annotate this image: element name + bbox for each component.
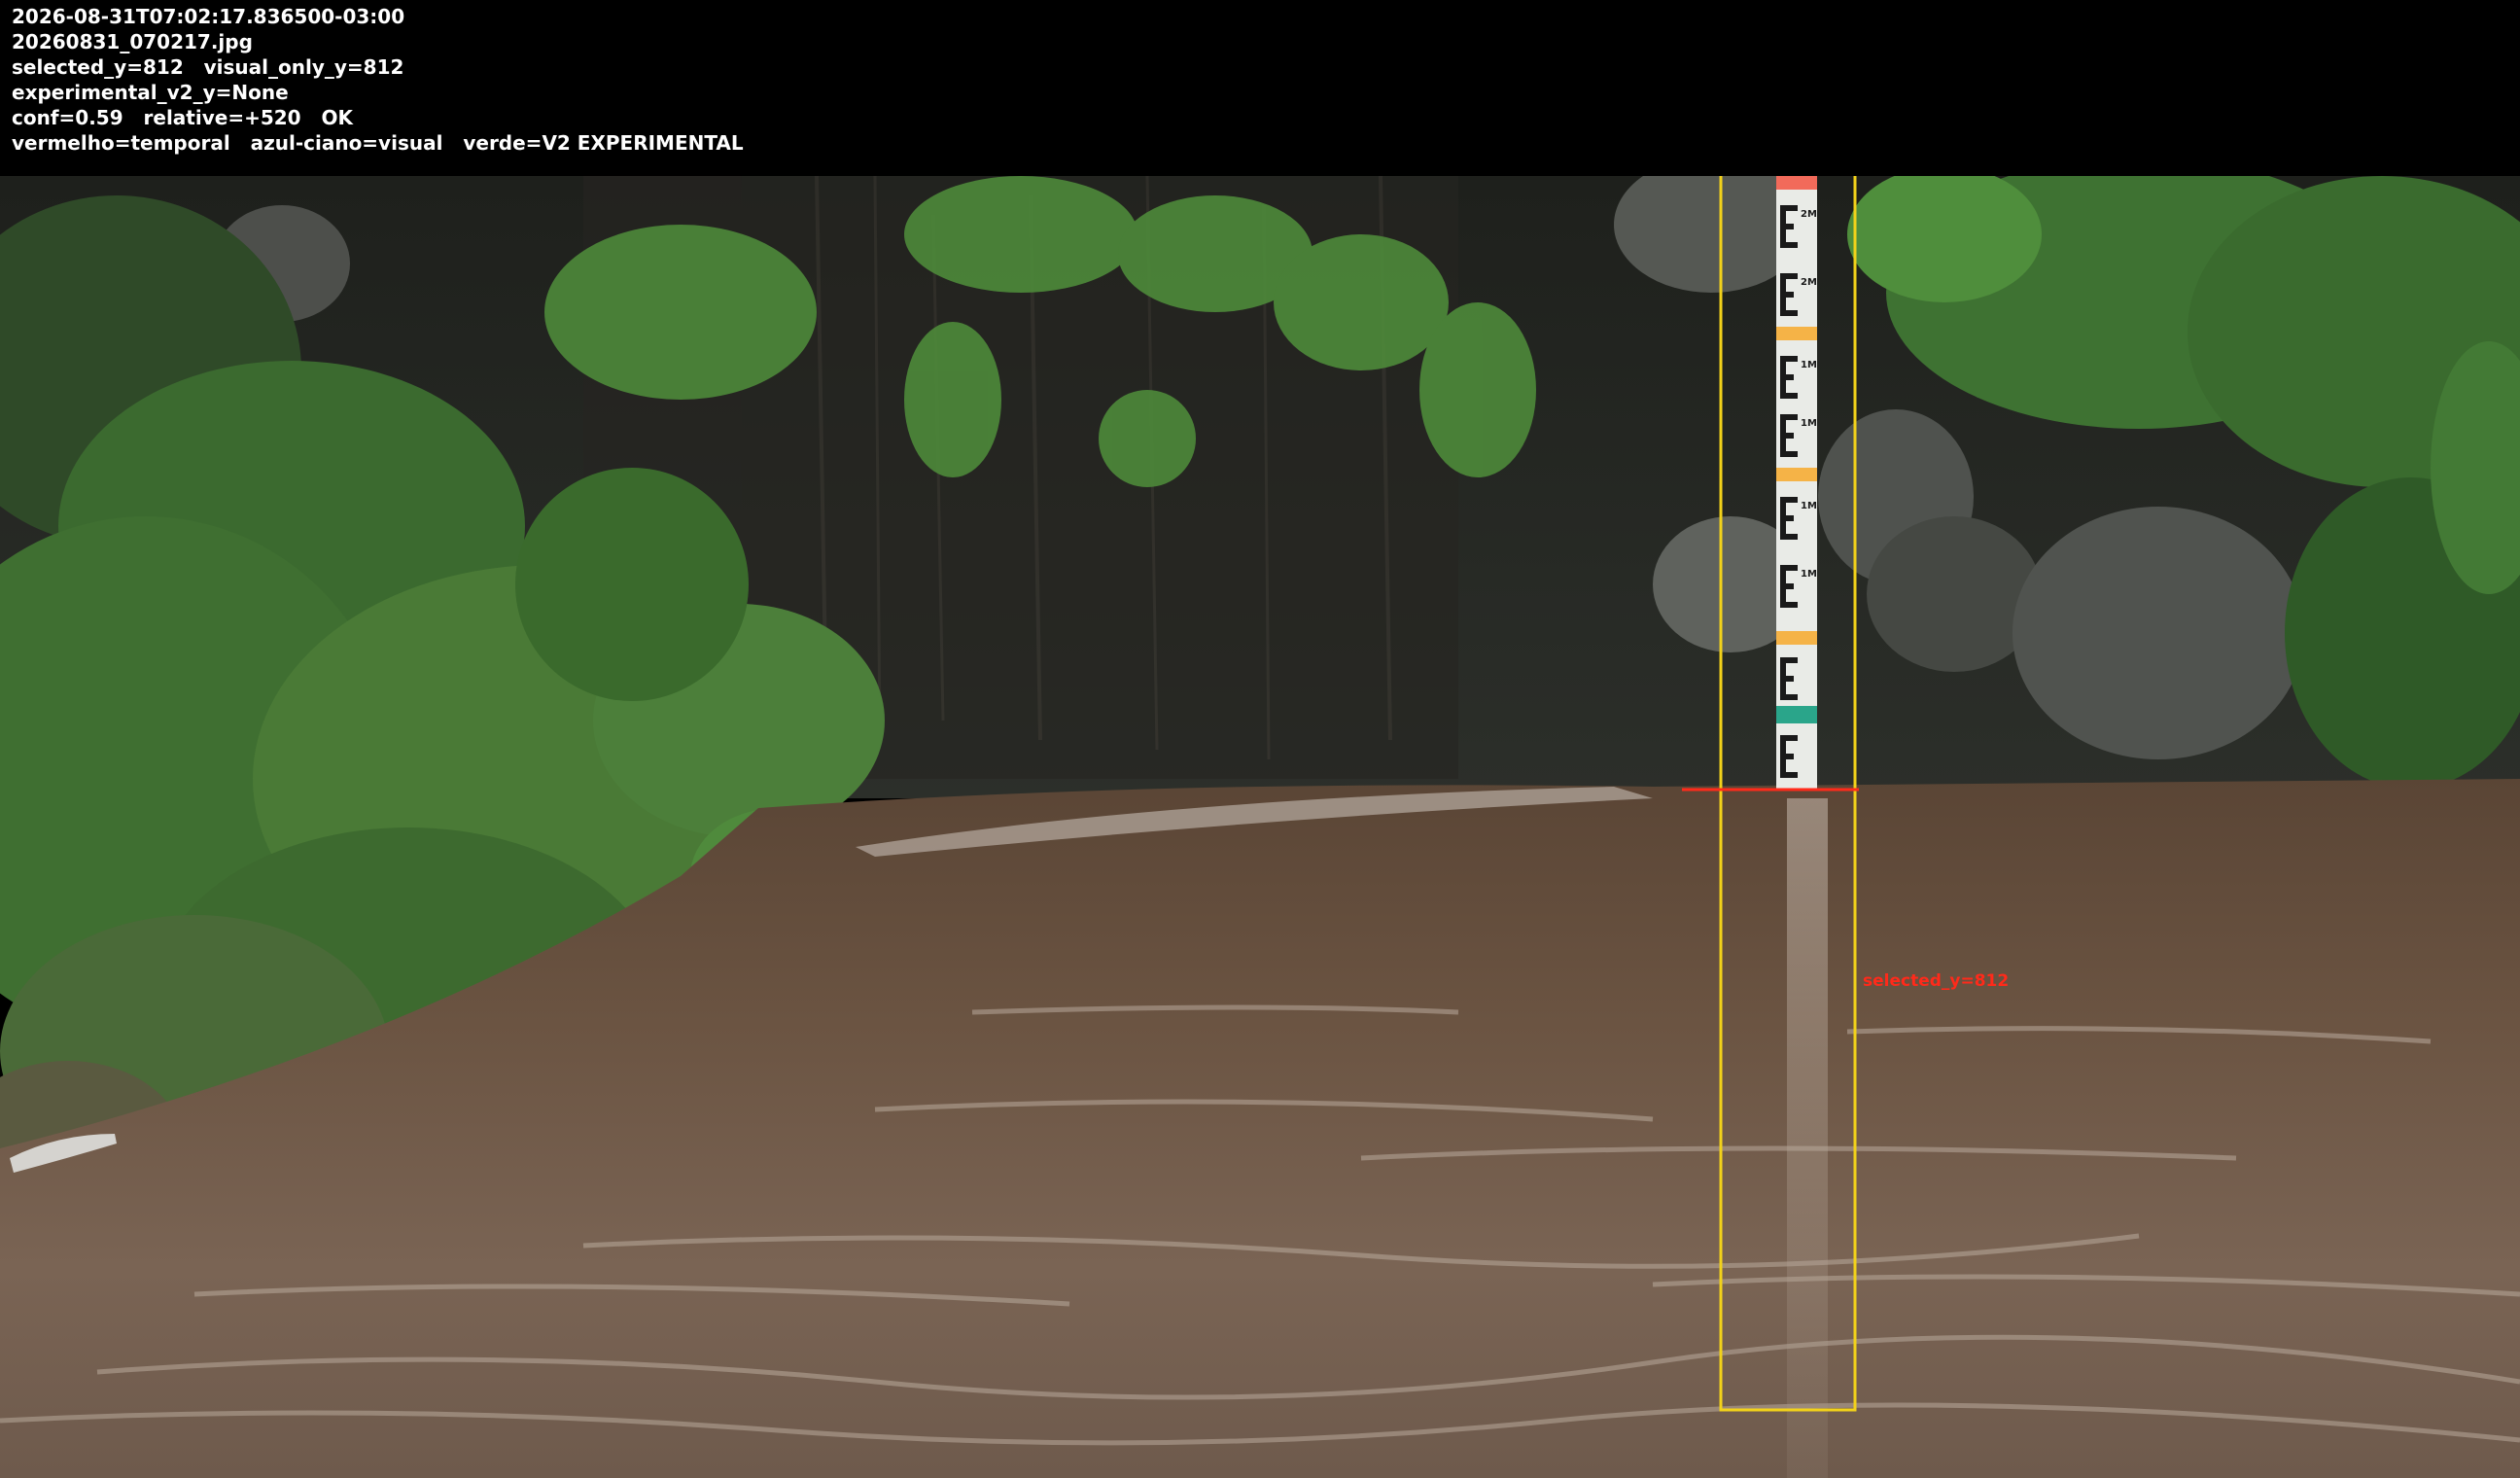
- confidence-text: conf=0.59 relative=+520 OK: [12, 106, 353, 129]
- gauge-label-6: 1M: [1801, 569, 1817, 580]
- gauge-label-5: 1M: [1801, 501, 1817, 511]
- river-camera-image: 2M 2M 1M 1M 1M 1M selected_y=812: [0, 176, 2520, 1478]
- legend-text: vermelho=temporal azul-ciano=visual verd…: [12, 131, 744, 155]
- experimental-text: experimental_v2_y=None: [12, 81, 289, 104]
- gauge-label-2: 2M: [1801, 277, 1817, 288]
- gauge-band-top: [1776, 176, 1817, 190]
- gauge-label-1: 2M: [1801, 209, 1817, 220]
- timestamp-text: 2026-08-31T07:02:17.836500-03:00: [12, 5, 405, 28]
- overlay-header: 2026-08-31T07:02:17.836500-03:00 2026083…: [0, 0, 2520, 176]
- gauge-band-4: [1776, 631, 1817, 645]
- gauge-band-2: [1776, 327, 1817, 340]
- gauge-label-3: 1M: [1801, 360, 1817, 370]
- filename-text: 20260831_070217.jpg: [12, 30, 253, 53]
- gauge-band-3: [1776, 468, 1817, 481]
- gauge-band-bottom: [1776, 706, 1817, 723]
- staff-gauge: 2M 2M 1M 1M 1M 1M: [1776, 176, 1817, 789]
- selection-text: selected_y=812 visual_only_y=812: [12, 55, 404, 79]
- river-scene: 2M 2M 1M 1M 1M 1M: [0, 176, 2520, 1478]
- selected-water-line-label: selected_y=812: [1863, 971, 2010, 991]
- gauge-label-4: 1M: [1801, 418, 1817, 429]
- gauge-reflection: [1787, 798, 1828, 1478]
